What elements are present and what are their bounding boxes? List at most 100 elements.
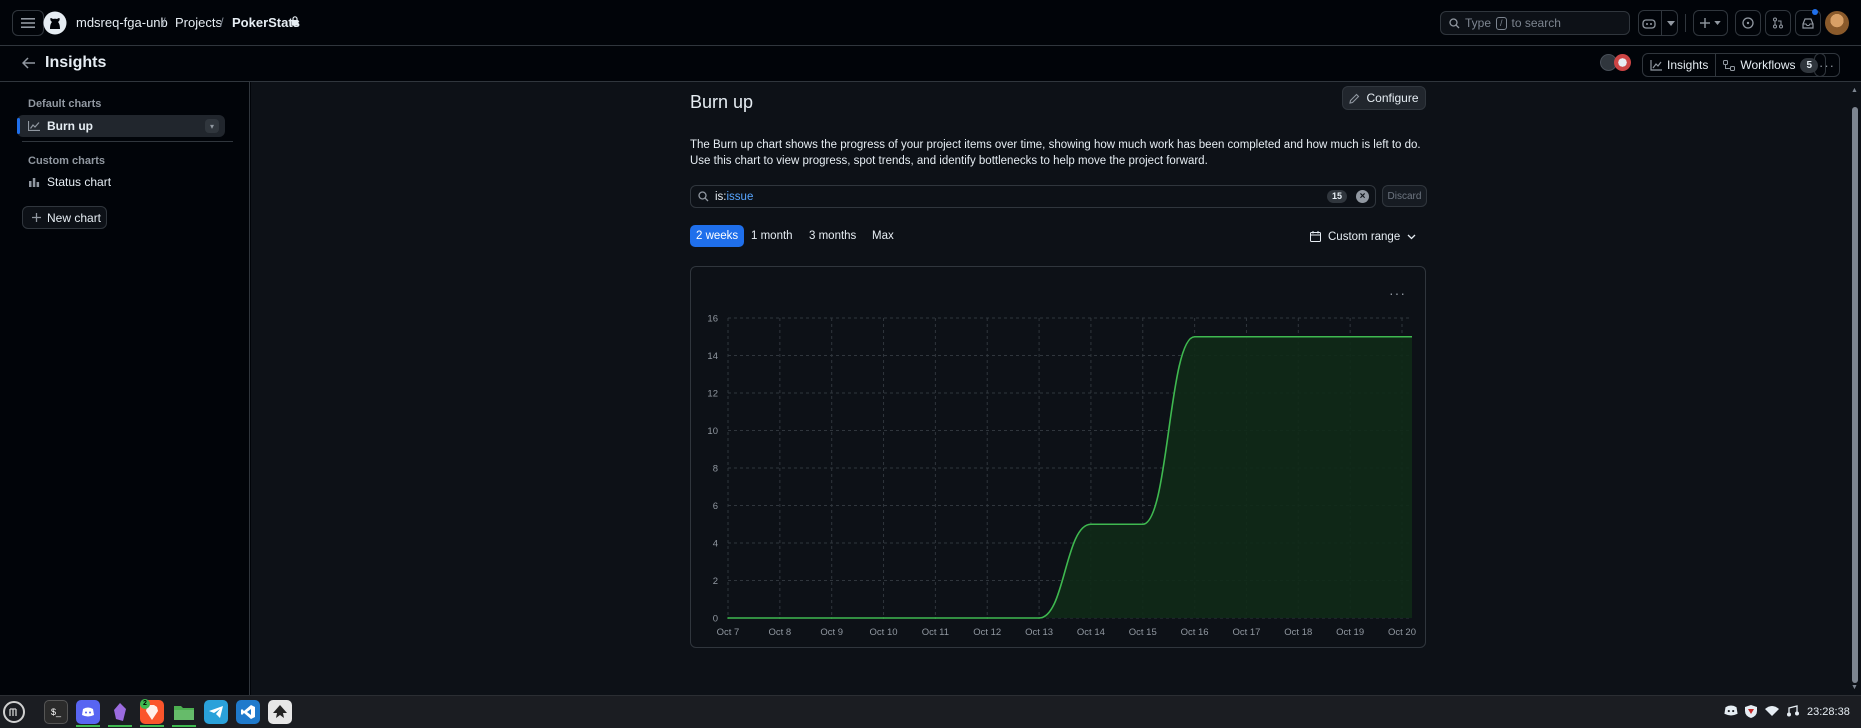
sidebar-item-status-chart[interactable]: Status chart	[17, 171, 225, 193]
workflows-label: Workflows	[1740, 58, 1796, 72]
y-tick-label: 6	[713, 501, 718, 512]
data-point	[727, 617, 729, 619]
y-tick-label: 12	[707, 389, 718, 400]
range-2-weeks[interactable]: 2 weeks	[690, 225, 745, 247]
user-avatar[interactable]	[1825, 11, 1849, 35]
github-logo-icon[interactable]	[43, 11, 67, 35]
pull-requests-button[interactable]	[1765, 10, 1791, 36]
calendar-icon	[1310, 231, 1321, 242]
search-input[interactable]: Type / to search	[1440, 11, 1630, 35]
custom-range-label: Custom range	[1328, 230, 1401, 243]
y-tick-label: 16	[707, 314, 718, 325]
breadcrumb-owner[interactable]: mdsreq-fga-unb	[76, 15, 168, 30]
chart-menu-kebab-icon[interactable]: ···	[1389, 285, 1406, 301]
data-point	[1038, 617, 1040, 619]
clear-filter-icon[interactable]: ×	[1356, 190, 1369, 203]
wifi-icon[interactable]	[1765, 705, 1779, 716]
discard-button[interactable]: Discard	[1382, 185, 1427, 207]
bar-chart-icon	[29, 178, 40, 187]
y-tick-label: 2	[713, 576, 718, 587]
custom-range-button[interactable]: Custom range	[1310, 226, 1416, 247]
y-tick-label: 4	[713, 539, 718, 550]
x-tick-label: Oct 13	[1025, 627, 1053, 635]
insights-label: Insights	[1667, 58, 1709, 72]
volume-icon[interactable]	[1787, 705, 1799, 717]
lock-icon	[291, 16, 299, 26]
data-point	[830, 617, 833, 619]
search-icon	[1449, 17, 1460, 28]
scroll-up-arrow-icon[interactable]: ▲	[1851, 87, 1858, 94]
active-app-indicator	[172, 725, 196, 727]
chevron-down-icon	[1714, 21, 1721, 25]
shield-tray-icon[interactable]	[1745, 705, 1757, 718]
x-tick-label: Oct 9	[820, 627, 843, 635]
breadcrumb-projects[interactable]: Projects	[175, 15, 222, 30]
filter-result-count: 15	[1326, 190, 1347, 203]
y-tick-label: 14	[707, 351, 718, 362]
x-tick-label: Oct 17	[1232, 627, 1260, 635]
data-point	[1297, 335, 1300, 338]
header-divider	[1685, 14, 1686, 32]
data-point	[1245, 335, 1248, 338]
insights-tab[interactable]: Insights	[1643, 54, 1715, 76]
menu-button[interactable]	[12, 10, 44, 36]
configure-label: Configure	[1366, 91, 1419, 105]
top-header: mdsreq-fga-unb / Projects / PokerStats T…	[0, 0, 1861, 46]
x-tick-label: Oct 15	[1129, 627, 1157, 635]
more-options-button[interactable]: ···	[1814, 53, 1840, 77]
filter-input[interactable]: is: issue 15 ×	[690, 185, 1376, 208]
sidebar: Default charts Burn up ▾ Custom charts S…	[0, 82, 250, 695]
obsidian-app-icon[interactable]	[108, 700, 132, 724]
graph-icon	[28, 121, 40, 131]
kebab-horizontal-icon: ···	[1819, 57, 1835, 73]
page-heading: Insights	[45, 54, 107, 71]
active-app-indicator	[76, 725, 100, 727]
workflow-icon	[1723, 59, 1736, 71]
configure-button[interactable]: Configure	[1342, 86, 1426, 110]
discord-app-icon[interactable]	[76, 700, 100, 724]
pencil-icon	[1349, 93, 1360, 104]
new-chart-button[interactable]: New chart	[22, 206, 107, 229]
discord-tray-icon[interactable]	[1723, 705, 1739, 716]
terminal-app-icon[interactable]: $_	[44, 700, 68, 724]
filter-value: issue	[726, 190, 754, 203]
range-3-months[interactable]: 3 months	[803, 225, 862, 247]
x-tick-label: Oct 18	[1284, 627, 1312, 635]
chart-title: Burn up	[690, 92, 754, 112]
start-menu-icon[interactable]	[3, 701, 25, 723]
sidebar-item-label: Burn up	[47, 119, 93, 133]
y-tick-label: 8	[713, 464, 718, 475]
data-point	[882, 617, 885, 619]
breadcrumb-project[interactable]: PokerStats	[232, 15, 300, 30]
graph-icon	[1650, 59, 1662, 71]
sidebar-item-burn-up[interactable]: Burn up ▾	[17, 115, 225, 137]
issues-button[interactable]	[1735, 10, 1761, 36]
back-arrow-icon[interactable]	[22, 57, 36, 69]
copilot-button[interactable]	[1638, 10, 1678, 36]
data-point	[934, 617, 937, 619]
range-max[interactable]: Max	[866, 225, 900, 247]
vscode-app-icon[interactable]	[236, 700, 260, 724]
chart-options-button[interactable]: ▾	[205, 119, 219, 133]
scrollbar-thumb[interactable]	[1852, 107, 1858, 683]
sidebar-item-label: Status chart	[47, 175, 112, 189]
default-charts-heading: Default charts	[28, 98, 102, 110]
chevron-down-icon	[1407, 234, 1416, 239]
custom-charts-heading: Custom charts	[28, 155, 106, 167]
create-new-button[interactable]	[1693, 10, 1728, 36]
plus-icon	[1700, 18, 1710, 28]
new-chart-label: New chart	[47, 210, 102, 225]
search-placeholder-post: to search	[1511, 16, 1561, 30]
workflows-tab[interactable]: Workflows 5	[1716, 54, 1825, 76]
range-1-month[interactable]: 1 month	[745, 225, 799, 247]
scroll-down-arrow-icon[interactable]: ▼	[1851, 684, 1858, 691]
burn-up-chart: 0 2 4 6 8 10 12 14 16 Oct 7 Oct 8 Oct 9 Oct 10 Oct 11…	[707, 314, 1416, 636]
telegram-app-icon[interactable]	[204, 700, 228, 724]
system-clock: 23:28:38	[1807, 706, 1850, 718]
inkscape-app-icon[interactable]	[268, 700, 292, 724]
data-point	[1193, 335, 1196, 338]
collaborator-avatar[interactable]	[1614, 54, 1631, 71]
x-tick-label: Oct 7	[717, 627, 740, 635]
files-app-icon[interactable]	[172, 700, 196, 724]
series-area	[728, 336, 1412, 618]
